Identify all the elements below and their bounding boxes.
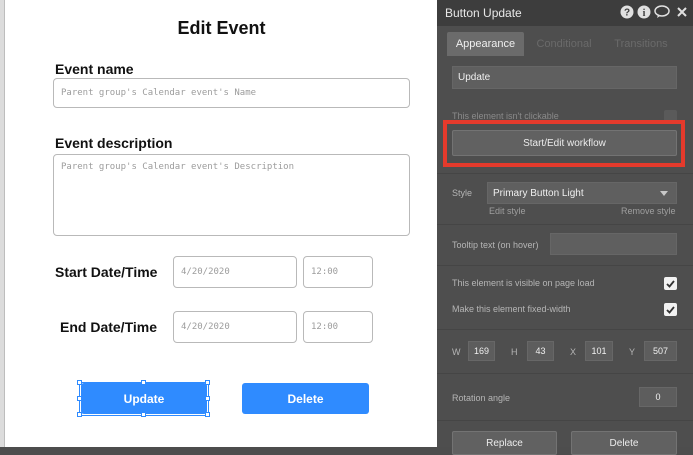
info-icon[interactable]: i	[637, 5, 651, 19]
delete-button[interactable]: Delete	[242, 383, 369, 414]
divider	[437, 173, 693, 174]
rotation-angle-input[interactable]: 0	[639, 387, 677, 407]
resize-handle-bottom-right[interactable]	[205, 412, 210, 417]
style-value: Primary Button Light	[493, 187, 584, 199]
divider	[437, 329, 693, 330]
event-name-input[interactable]: Parent group's Calendar event's Name	[53, 78, 410, 108]
x-input[interactable]: 101	[585, 341, 613, 361]
comment-icon[interactable]	[654, 5, 670, 19]
style-label: Style	[452, 188, 473, 198]
style-dropdown[interactable]: Primary Button Light	[487, 182, 677, 204]
selection-frame	[79, 382, 209, 416]
remove-style-link[interactable]: Remove style	[621, 206, 676, 216]
edit-style-link[interactable]: Edit style	[489, 206, 526, 216]
resize-handle-top-right[interactable]	[205, 380, 210, 385]
resize-handle-bottom-left[interactable]	[77, 412, 82, 417]
visible-on-load-checkbox[interactable]	[664, 277, 677, 290]
highlight-annotation	[443, 120, 685, 167]
visible-on-load-label: This element is visible on page load	[452, 278, 595, 288]
chevron-down-icon	[660, 188, 668, 199]
tooltip-label: Tooltip text (on hover)	[452, 240, 539, 250]
divider	[437, 265, 693, 266]
replace-button[interactable]: Replace	[452, 431, 557, 455]
panel-tabs: Appearance Conditional Transitions	[437, 26, 693, 60]
rotation-angle-label: Rotation angle	[452, 393, 511, 403]
resize-handle-right[interactable]	[205, 396, 210, 401]
y-label: Y	[629, 347, 636, 357]
event-description-input[interactable]: Parent group's Calendar event's Descript…	[53, 154, 410, 236]
edit-event-popup: Edit Event Event name Parent group's Cal…	[4, 0, 438, 447]
end-date-input[interactable]: 4/20/2020	[173, 311, 297, 343]
divider	[437, 420, 693, 421]
resize-handle-bottom[interactable]	[141, 412, 146, 417]
property-editor-panel: Button Update ? i Appearance Conditional…	[437, 0, 693, 455]
x-label: X	[570, 347, 577, 357]
height-label: H	[511, 347, 518, 357]
checkmark-icon	[666, 279, 675, 288]
close-icon[interactable]	[675, 5, 689, 19]
fixed-width-checkbox[interactable]	[664, 303, 677, 316]
start-time-input[interactable]: 12:00	[303, 256, 373, 288]
svg-text:?: ?	[624, 8, 630, 19]
resize-handle-top-left[interactable]	[77, 380, 82, 385]
checkmark-icon	[666, 305, 675, 314]
resize-handle-left[interactable]	[77, 396, 82, 401]
event-name-label: Event name	[55, 61, 134, 77]
help-icon[interactable]: ?	[620, 5, 634, 19]
tab-transitions[interactable]: Transitions	[605, 32, 677, 56]
panel-header[interactable]: Button Update ? i	[437, 0, 693, 26]
width-label: W	[452, 347, 461, 357]
button-text-input[interactable]: Update	[452, 66, 677, 89]
fixed-width-label: Make this element fixed-width	[452, 304, 571, 314]
svg-text:i: i	[643, 8, 646, 19]
tooltip-input[interactable]	[550, 233, 677, 255]
end-time-input[interactable]: 12:00	[303, 311, 373, 343]
tab-conditional[interactable]: Conditional	[529, 32, 599, 56]
delete-element-button[interactable]: Delete	[571, 431, 677, 455]
y-input[interactable]: 507	[644, 341, 677, 361]
end-datetime-label: End Date/Time	[60, 319, 157, 335]
event-description-label: Event description	[55, 135, 173, 151]
tab-appearance[interactable]: Appearance	[447, 32, 524, 56]
popup-title: Edit Event	[177, 18, 266, 38]
panel-title: Button Update	[445, 6, 522, 20]
start-datetime-label: Start Date/Time	[55, 264, 158, 280]
resize-handle-top[interactable]	[141, 380, 146, 385]
divider	[437, 373, 693, 374]
height-input[interactable]: 43	[527, 341, 554, 361]
start-date-input[interactable]: 4/20/2020	[173, 256, 297, 288]
width-input[interactable]: 169	[468, 341, 495, 361]
divider	[437, 224, 693, 225]
